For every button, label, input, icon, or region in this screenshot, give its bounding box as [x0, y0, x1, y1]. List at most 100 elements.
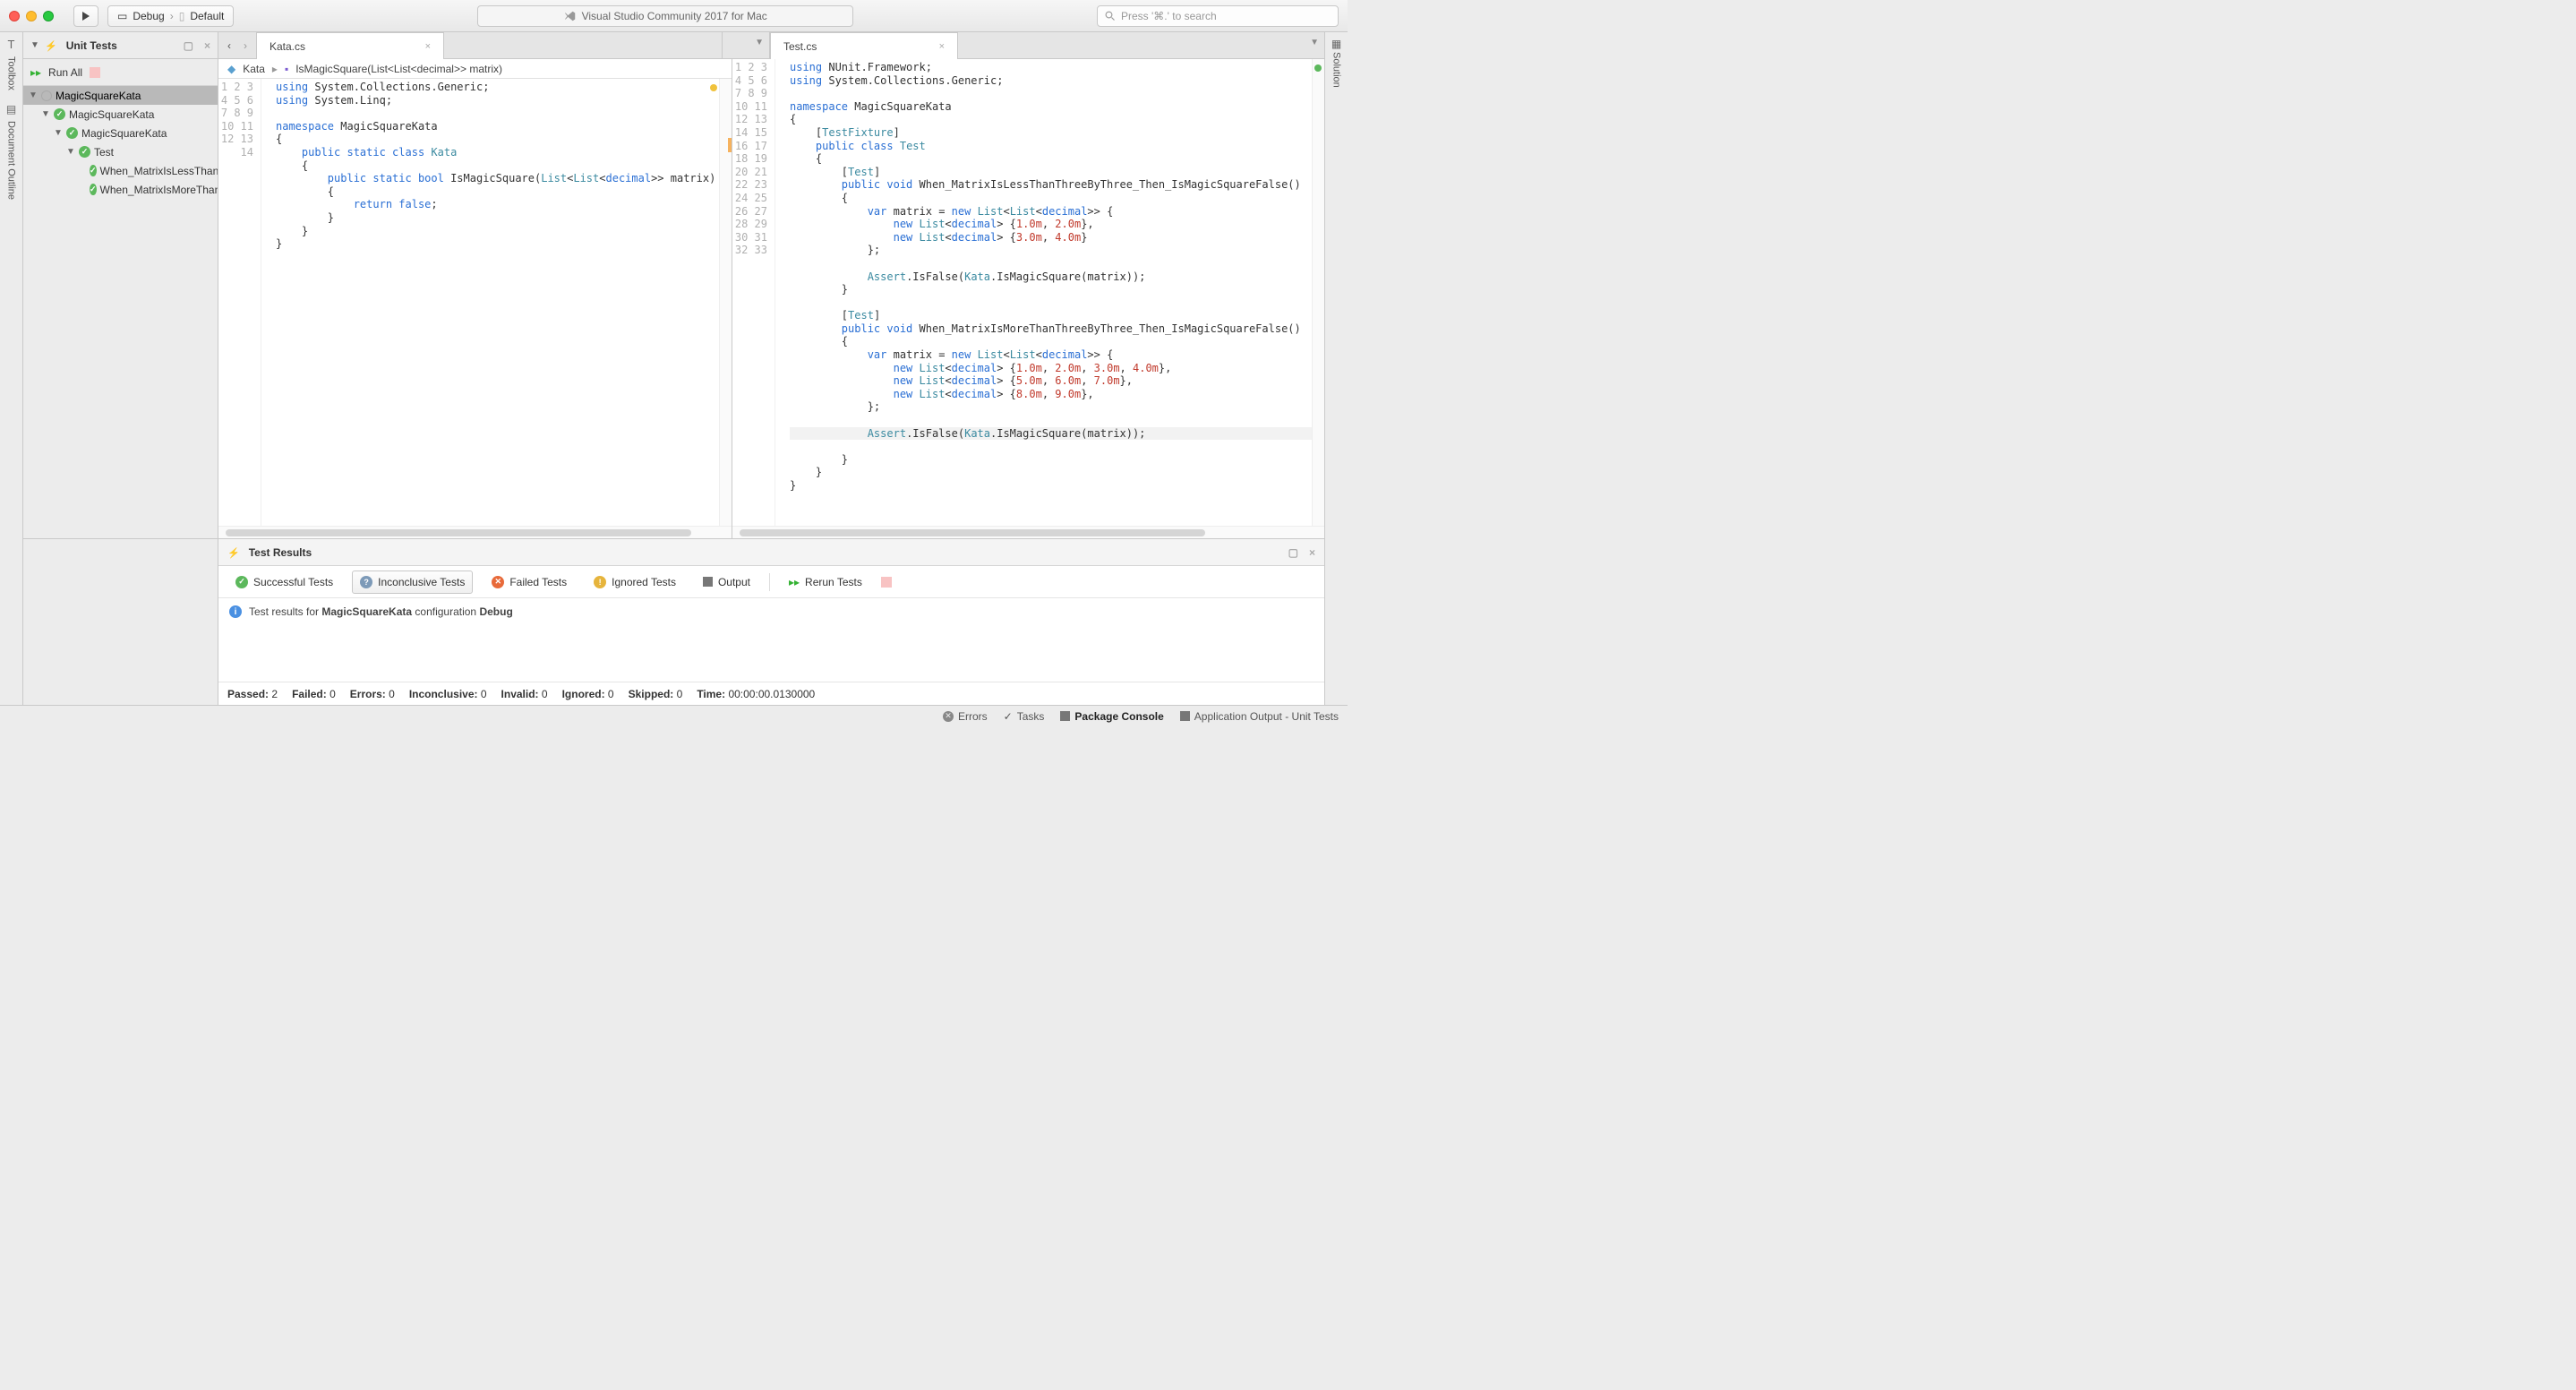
tree-node-label: Test — [94, 146, 114, 159]
filter-label: Output — [718, 576, 750, 588]
solution-icon[interactable]: ▦ — [1331, 38, 1341, 50]
tree-node-fixture[interactable]: ▼ Test — [23, 142, 218, 161]
target-label: Default — [190, 10, 224, 22]
right-editor-dropdown-icon[interactable]: ▼ — [1310, 38, 1319, 47]
inconclusive-icon: ? — [360, 576, 372, 588]
code-left[interactable]: 1 2 3 4 5 6 7 8 9 10 11 12 13 14 using S… — [218, 79, 732, 526]
ignored-icon: ! — [594, 576, 606, 588]
tree-root-label: MagicSquareKata — [56, 90, 141, 102]
pass-icon — [79, 146, 90, 158]
breadcrumb[interactable]: ◆ Kata ▸ ▪ IsMagicSquare(List<List<decim… — [218, 59, 732, 79]
document-outline-icon[interactable]: ▤ — [6, 103, 16, 116]
unit-tests-panel: ▼ Unit Tests ▢ × ▸▸ Run All ▼ MagicSquar… — [23, 32, 218, 538]
tree-node-assembly[interactable]: ▼ MagicSquareKata — [23, 105, 218, 124]
info-prefix: Test results for — [249, 605, 321, 618]
run-all-row: ▸▸ Run All — [23, 59, 218, 86]
tab-test[interactable]: Test.cs × — [770, 32, 958, 59]
pass-icon — [54, 108, 65, 120]
filter-label: Inconclusive Tests — [378, 576, 465, 588]
close-icon[interactable]: × — [425, 41, 431, 52]
tree-test-1[interactable]: When_MatrixIsLessThanThreeByThree_Then_I… — [23, 161, 218, 180]
device-icon: ▭ — [117, 10, 127, 22]
editor-right-hscroll[interactable] — [732, 526, 1324, 538]
panel-close-icon[interactable]: × — [1309, 546, 1315, 559]
editor-left: ◆ Kata ▸ ▪ IsMagicSquare(List<List<decim… — [218, 59, 732, 538]
solution-pad-button[interactable]: Solution — [1331, 52, 1342, 88]
right-rail: ▦ Solution — [1324, 32, 1348, 705]
successful-tests-filter[interactable]: ✓ Successful Tests — [227, 571, 341, 594]
toolbox-pad-button[interactable]: Toolbox — [6, 56, 17, 90]
titlebar: ▭ Debug › ▯ Default Visual Studio Commun… — [0, 0, 1348, 32]
tree-test-label: When_MatrixIsMoreThanThreeByThree_Then_I… — [100, 184, 218, 196]
editor-right: 1 2 3 4 5 6 7 8 9 10 11 12 13 14 15 16 1… — [732, 59, 1324, 538]
pass-icon — [90, 184, 97, 195]
failed-tests-filter[interactable]: ✕ Failed Tests — [484, 571, 575, 594]
stop-tests-icon[interactable] — [881, 577, 892, 588]
status-errors[interactable]: ✕ Errors — [943, 710, 988, 723]
tree-root[interactable]: ▼ MagicSquareKata — [23, 86, 218, 105]
filter-label: Ignored Tests — [612, 576, 676, 588]
filter-label: Successful Tests — [253, 576, 333, 588]
tree-test-2[interactable]: When_MatrixIsMoreThanThreeByThree_Then_I… — [23, 180, 218, 199]
panel-undock-icon[interactable]: ▢ — [184, 39, 193, 52]
errors-icon: ✕ — [943, 711, 954, 722]
run-all-button[interactable]: Run All — [48, 66, 82, 79]
status-package-console[interactable]: Package Console — [1060, 710, 1163, 723]
vs-logo-icon — [564, 10, 577, 22]
stop-tests-icon[interactable] — [90, 67, 100, 78]
tab-label: Kata.cs — [270, 40, 305, 53]
left-editor-dropdown-icon[interactable]: ▼ — [755, 38, 764, 47]
configuration-label: Debug — [133, 10, 164, 22]
tree-test-label: When_MatrixIsLessThanThreeByThree_Then_I… — [100, 165, 218, 177]
window-controls — [9, 11, 54, 21]
code-text-right[interactable]: using NUnit.Framework; using System.Coll… — [786, 59, 1324, 526]
rerun-tests-button[interactable]: ▸▸ Rerun Tests — [781, 571, 870, 594]
configuration-dropdown[interactable]: ▭ Debug › ▯ Default — [107, 5, 234, 27]
bolt-icon — [45, 39, 61, 52]
minimize-window-icon[interactable] — [26, 11, 37, 21]
code-text-left[interactable]: using System.Collections.Generic; using … — [272, 79, 732, 526]
run-all-icon[interactable]: ▸▸ — [30, 66, 41, 79]
tab-kata[interactable]: Kata.cs × — [256, 32, 444, 59]
nav-back-icon[interactable]: ‹ — [227, 39, 231, 52]
close-window-icon[interactable] — [9, 11, 20, 21]
tabs-right-group: Test.cs × — [770, 32, 1299, 58]
global-search[interactable]: Press '⌘.' to search — [1097, 5, 1339, 27]
success-icon: ✓ — [235, 576, 248, 588]
status-tasks[interactable]: ✓ Tasks — [1004, 710, 1045, 723]
code-right[interactable]: 1 2 3 4 5 6 7 8 9 10 11 12 13 14 15 16 1… — [732, 59, 1324, 526]
info-icon: i — [229, 605, 242, 618]
test-results-panel: Test Results ▢ × ✓ Successful Tests ? In… — [218, 538, 1324, 705]
status-app-output[interactable]: Application Output - Unit Tests — [1180, 710, 1339, 723]
zoom-window-icon[interactable] — [43, 11, 54, 21]
close-icon[interactable]: × — [939, 41, 945, 52]
chevron-down-icon[interactable]: ▼ — [30, 40, 39, 50]
bolt-icon — [227, 546, 244, 559]
panel-undock-icon[interactable]: ▢ — [1288, 546, 1298, 559]
test-results-info: i Test results for MagicSquareKata confi… — [218, 598, 1324, 625]
breadcrumb-method: IsMagicSquare(List<List<decimal>> matrix… — [295, 63, 502, 75]
console-icon — [1180, 711, 1190, 721]
tree-node-label: MagicSquareKata — [69, 108, 154, 121]
tree-node-namespace[interactable]: ▼ MagicSquareKata — [23, 124, 218, 142]
test-results-toolbar: ✓ Successful Tests ? Inconclusive Tests … — [218, 566, 1324, 598]
editor-left-hscroll[interactable] — [218, 526, 732, 538]
gutter-left: 1 2 3 4 5 6 7 8 9 10 11 12 13 14 — [218, 79, 261, 526]
rerun-icon: ▸▸ — [789, 576, 800, 588]
gutter-right: 1 2 3 4 5 6 7 8 9 10 11 12 13 14 15 16 1… — [732, 59, 775, 526]
output-icon — [703, 577, 713, 587]
panel-close-icon[interactable]: × — [204, 39, 210, 52]
rerun-label: Rerun Tests — [805, 576, 862, 588]
document-outline-pad-button[interactable]: Document Outline — [6, 121, 17, 200]
output-filter[interactable]: Output — [695, 571, 758, 594]
ignored-tests-filter[interactable]: ! Ignored Tests — [586, 571, 684, 594]
console-icon — [1060, 711, 1070, 721]
toolbox-icon[interactable]: T — [8, 38, 15, 51]
editor-marker-strip — [1312, 59, 1324, 526]
tasks-icon: ✓ — [1004, 710, 1013, 723]
run-button[interactable] — [73, 5, 98, 27]
app-title-pill: Visual Studio Community 2017 for Mac — [477, 5, 853, 27]
info-project: MagicSquareKata — [321, 605, 412, 618]
nav-forward-icon[interactable]: › — [244, 39, 247, 52]
inconclusive-tests-filter[interactable]: ? Inconclusive Tests — [352, 571, 473, 594]
